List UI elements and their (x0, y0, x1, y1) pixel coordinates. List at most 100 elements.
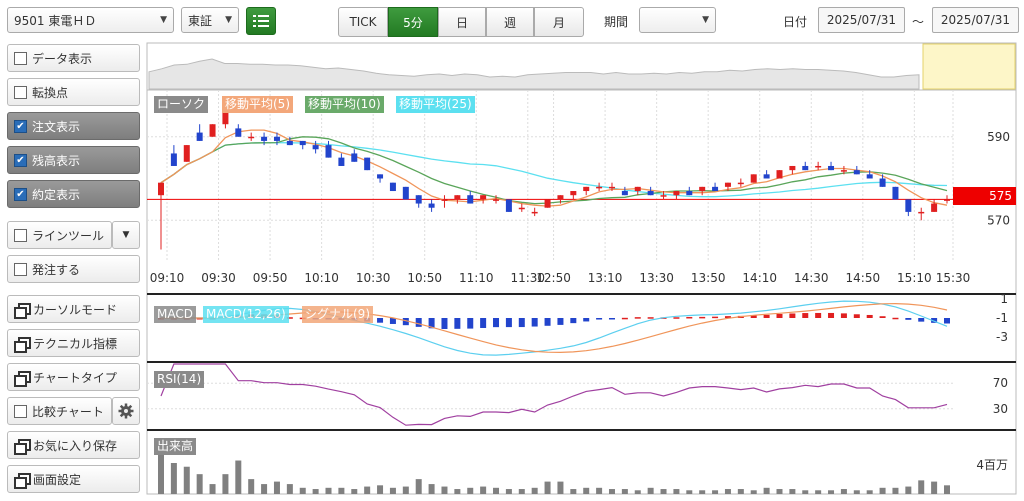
macd-bar-positive (789, 313, 796, 318)
volume-bar (596, 487, 603, 494)
volume-bar (415, 479, 422, 494)
time-label: 14:30 (794, 271, 829, 285)
candle-down (389, 182, 396, 192)
time-label: 15:10 (897, 271, 932, 285)
time-label: 09:10 (150, 271, 185, 285)
volume-bar (493, 487, 500, 494)
candle-down (866, 174, 873, 179)
volume-bar (815, 490, 822, 494)
macd-bar-positive (686, 316, 693, 319)
macd-tick-label: -1 (996, 311, 1008, 325)
volume-bar (802, 490, 809, 494)
overview-area (148, 58, 920, 90)
candle-up (840, 170, 847, 172)
chart-canvas[interactable]: 09:10 09:30 09:50 10:10 10:30 10:50 11:10 11:30… (0, 0, 1024, 501)
macd-bar-positive (673, 317, 680, 319)
candle-down (273, 136, 280, 141)
legend-macd-line: MACD(12,26) (203, 306, 289, 323)
candle-down (763, 174, 770, 179)
volume-bar (828, 490, 835, 494)
candle-down (879, 178, 886, 187)
candle-down (428, 203, 435, 208)
candle-up (634, 186, 641, 192)
volume-bar (608, 489, 615, 494)
candle-up (209, 124, 216, 137)
candle-up (944, 199, 950, 201)
candle-down (351, 153, 358, 162)
macd-bar-negative (377, 318, 384, 323)
volume-bar (931, 481, 938, 494)
volume-bar (389, 487, 396, 494)
candle-down (505, 199, 512, 212)
candle-down (415, 195, 422, 204)
volume-bar (299, 487, 306, 494)
candle-down (905, 199, 912, 212)
volume-bar (377, 485, 384, 494)
volume-bar (338, 487, 345, 494)
legend-volume: 出来高 (154, 438, 197, 455)
time-label: 13:50 (691, 271, 726, 285)
volume-bar (441, 486, 448, 494)
macd-bar-negative (480, 318, 487, 328)
candle-up (789, 165, 796, 171)
time-label: 10:10 (304, 271, 339, 285)
legend-ma25: 移動平均(25) (396, 96, 475, 113)
candle-down (828, 165, 835, 171)
volume-bar (673, 489, 680, 494)
volume-bar (905, 486, 912, 494)
candle-up (673, 191, 680, 196)
volume-bar (196, 474, 203, 494)
macd-bar-positive (712, 316, 719, 319)
current-price-value: 575 (989, 189, 1012, 203)
candle-down (892, 186, 899, 200)
candle-down (802, 165, 809, 171)
time-label: 10:30 (356, 271, 391, 285)
volume-bar (750, 490, 757, 494)
candle-down (647, 191, 654, 196)
volume-bar (776, 489, 783, 494)
volume-bar (737, 489, 744, 494)
candle-up (248, 136, 255, 139)
volume-bar (724, 489, 731, 494)
volume-bar (286, 484, 293, 494)
rsi-panel (146, 361, 1017, 431)
macd-bar-positive (776, 313, 783, 318)
candle-up (918, 211, 925, 214)
candle-up (931, 203, 938, 212)
macd-bar-positive (647, 317, 654, 319)
volume-bar (918, 480, 925, 494)
candle-down (299, 140, 306, 146)
macd-bar-positive (892, 317, 899, 320)
volume-bar (364, 486, 371, 494)
candle-down (261, 136, 268, 141)
volume-bar (454, 489, 461, 494)
time-label: 12:50 (536, 271, 571, 285)
candle-up (608, 186, 615, 189)
candle-up (158, 182, 164, 196)
candle-up (660, 195, 667, 197)
volume-tick-label: 4百万 (976, 458, 1008, 472)
macd-bar-positive (866, 314, 873, 318)
macd-bar-negative (544, 318, 551, 326)
macd-bar-positive (802, 313, 809, 318)
price-tick-label: 590 (987, 130, 1010, 144)
macd-bar-positive (815, 312, 822, 318)
candle-up (480, 195, 487, 200)
rsi-line (160, 363, 948, 426)
candle-down (235, 128, 242, 137)
macd-bar-negative (441, 318, 448, 329)
macd-bar-positive (840, 313, 847, 318)
macd-bar-positive (828, 312, 835, 318)
candle-down (621, 191, 628, 196)
volume-bar (686, 490, 693, 494)
candle-up (493, 199, 500, 201)
rsi-tick-label: 30 (993, 402, 1008, 416)
candle-up (183, 145, 190, 162)
time-label: 13:10 (588, 271, 623, 285)
candle-down (377, 174, 384, 179)
macd-tick-label: 1 (1000, 292, 1008, 306)
candle-down (325, 145, 332, 158)
overview-selection-window (922, 43, 1016, 90)
macd-bar-negative (570, 318, 577, 324)
macd-bar-positive (634, 317, 641, 319)
